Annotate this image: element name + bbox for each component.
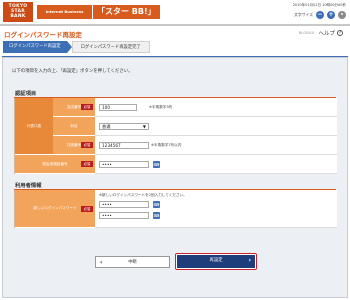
- last-login-time: 2010年01月01日 10時00分00秒: [292, 3, 346, 7]
- branch-number-label-text: 支店番号: [66, 104, 82, 109]
- required-badge: 必須: [81, 161, 93, 167]
- new-password-note: ※新しいログインパスワードを2回入力してください。: [99, 193, 187, 197]
- auth-table: 代表口座 支店番号 必須 100 ※半角数字3桁 科目 普通 ▼ 口座番号 必須…: [14, 98, 337, 174]
- reset-button-label: 再設定: [209, 258, 223, 263]
- account-type-select[interactable]: 普通 ▼: [99, 123, 149, 130]
- auth-section-title: 認証項目: [15, 91, 37, 97]
- text-size-tools: 文字サイズ − + •: [294, 11, 346, 19]
- help-icon: ?: [337, 30, 343, 36]
- text-size-decrease-button[interactable]: −: [316, 11, 324, 19]
- page-title: ログインパスワード再設定: [4, 31, 82, 39]
- screen-id: BLGI040: [298, 31, 314, 35]
- header: TOKYO STAR BANK Internet Business Bankin…: [0, 0, 350, 28]
- progress-steps: ログインパスワード再設定 ログインパスワード再設定完了: [3, 41, 150, 53]
- bank-logo[interactable]: TOKYO STAR BANK: [3, 2, 33, 22]
- service-name: Internet Business Banking: [37, 5, 92, 28]
- required-badge: 必須: [81, 104, 93, 110]
- branch-number-input[interactable]: 100: [99, 104, 137, 111]
- account-type-label-text: 科目: [70, 123, 78, 128]
- text-size-reset-button[interactable]: •: [338, 11, 346, 19]
- instruction-text: 以下の項目を入力の上、「再設定」ボタンを押してください。: [12, 69, 133, 74]
- help-link[interactable]: ヘルプ ?: [318, 29, 343, 37]
- reset-button[interactable]: 再設定 ›: [175, 253, 257, 270]
- pin-label-text: 照会用暗証番号: [42, 161, 68, 166]
- new-password-confirm-input[interactable]: ••••: [99, 212, 149, 219]
- account-type-value: 普通: [102, 124, 111, 129]
- brand-name: 「スター BB!」: [92, 5, 160, 19]
- new-password-cell: ※新しいログインパスワードを2回入力してください。 •••• ⌨ •••• ⌨: [95, 190, 337, 228]
- user-section-title: 利用者情報: [15, 183, 42, 189]
- cancel-button-label: 中断: [128, 260, 137, 265]
- account-number-label-text: 口座番号: [66, 142, 82, 147]
- account-number-note: ※半角数字7桁以内: [151, 143, 182, 147]
- chevron-left-icon: ‹: [100, 259, 103, 266]
- required-badge: 必須: [81, 206, 93, 212]
- help-label: ヘルプ: [318, 31, 335, 37]
- keyboard-icon[interactable]: ⌨: [153, 212, 160, 219]
- keyboard-icon[interactable]: ⌨: [153, 201, 160, 208]
- new-password-label-text: 新しいログインパスワード: [33, 206, 77, 210]
- chevron-down-icon: ▼: [142, 124, 146, 129]
- branch-number-cell: 100 ※半角数字3桁: [95, 98, 337, 117]
- account-number-cell: 1234567 ※半角数字7桁以内: [95, 136, 337, 155]
- user-table: 新しいログインパスワード 必須 ※新しいログインパスワードを2回入力してください…: [14, 190, 337, 228]
- text-size-label: 文字サイズ: [294, 12, 313, 17]
- chevron-right-icon: ›: [248, 257, 251, 264]
- logo-line-3: BANK: [10, 14, 26, 19]
- cancel-button[interactable]: ‹ 中断: [95, 256, 170, 268]
- title-bar: ログインパスワード再設定 BLGI040 ヘルプ ?: [0, 26, 350, 40]
- account-type-cell: 普通 ▼: [95, 117, 337, 136]
- reset-button-inner: 再設定 ›: [177, 255, 255, 268]
- account-type-label: 科目: [53, 117, 95, 136]
- branch-number-note: ※半角数字3桁: [149, 105, 173, 109]
- text-size-increase-button[interactable]: +: [327, 11, 335, 19]
- account-number-input[interactable]: 1234567: [99, 142, 149, 149]
- step-next: ログインパスワード再設定完了: [71, 41, 150, 53]
- required-badge: 必須: [81, 142, 93, 148]
- pin-input[interactable]: ••••: [99, 161, 149, 168]
- new-password-input[interactable]: ••••: [99, 201, 149, 208]
- representative-account-label: 代表口座: [15, 98, 53, 155]
- step-current: ログインパスワード再設定: [3, 41, 72, 53]
- keyboard-icon[interactable]: ⌨: [153, 161, 160, 168]
- pin-cell: •••• ⌨: [95, 155, 337, 174]
